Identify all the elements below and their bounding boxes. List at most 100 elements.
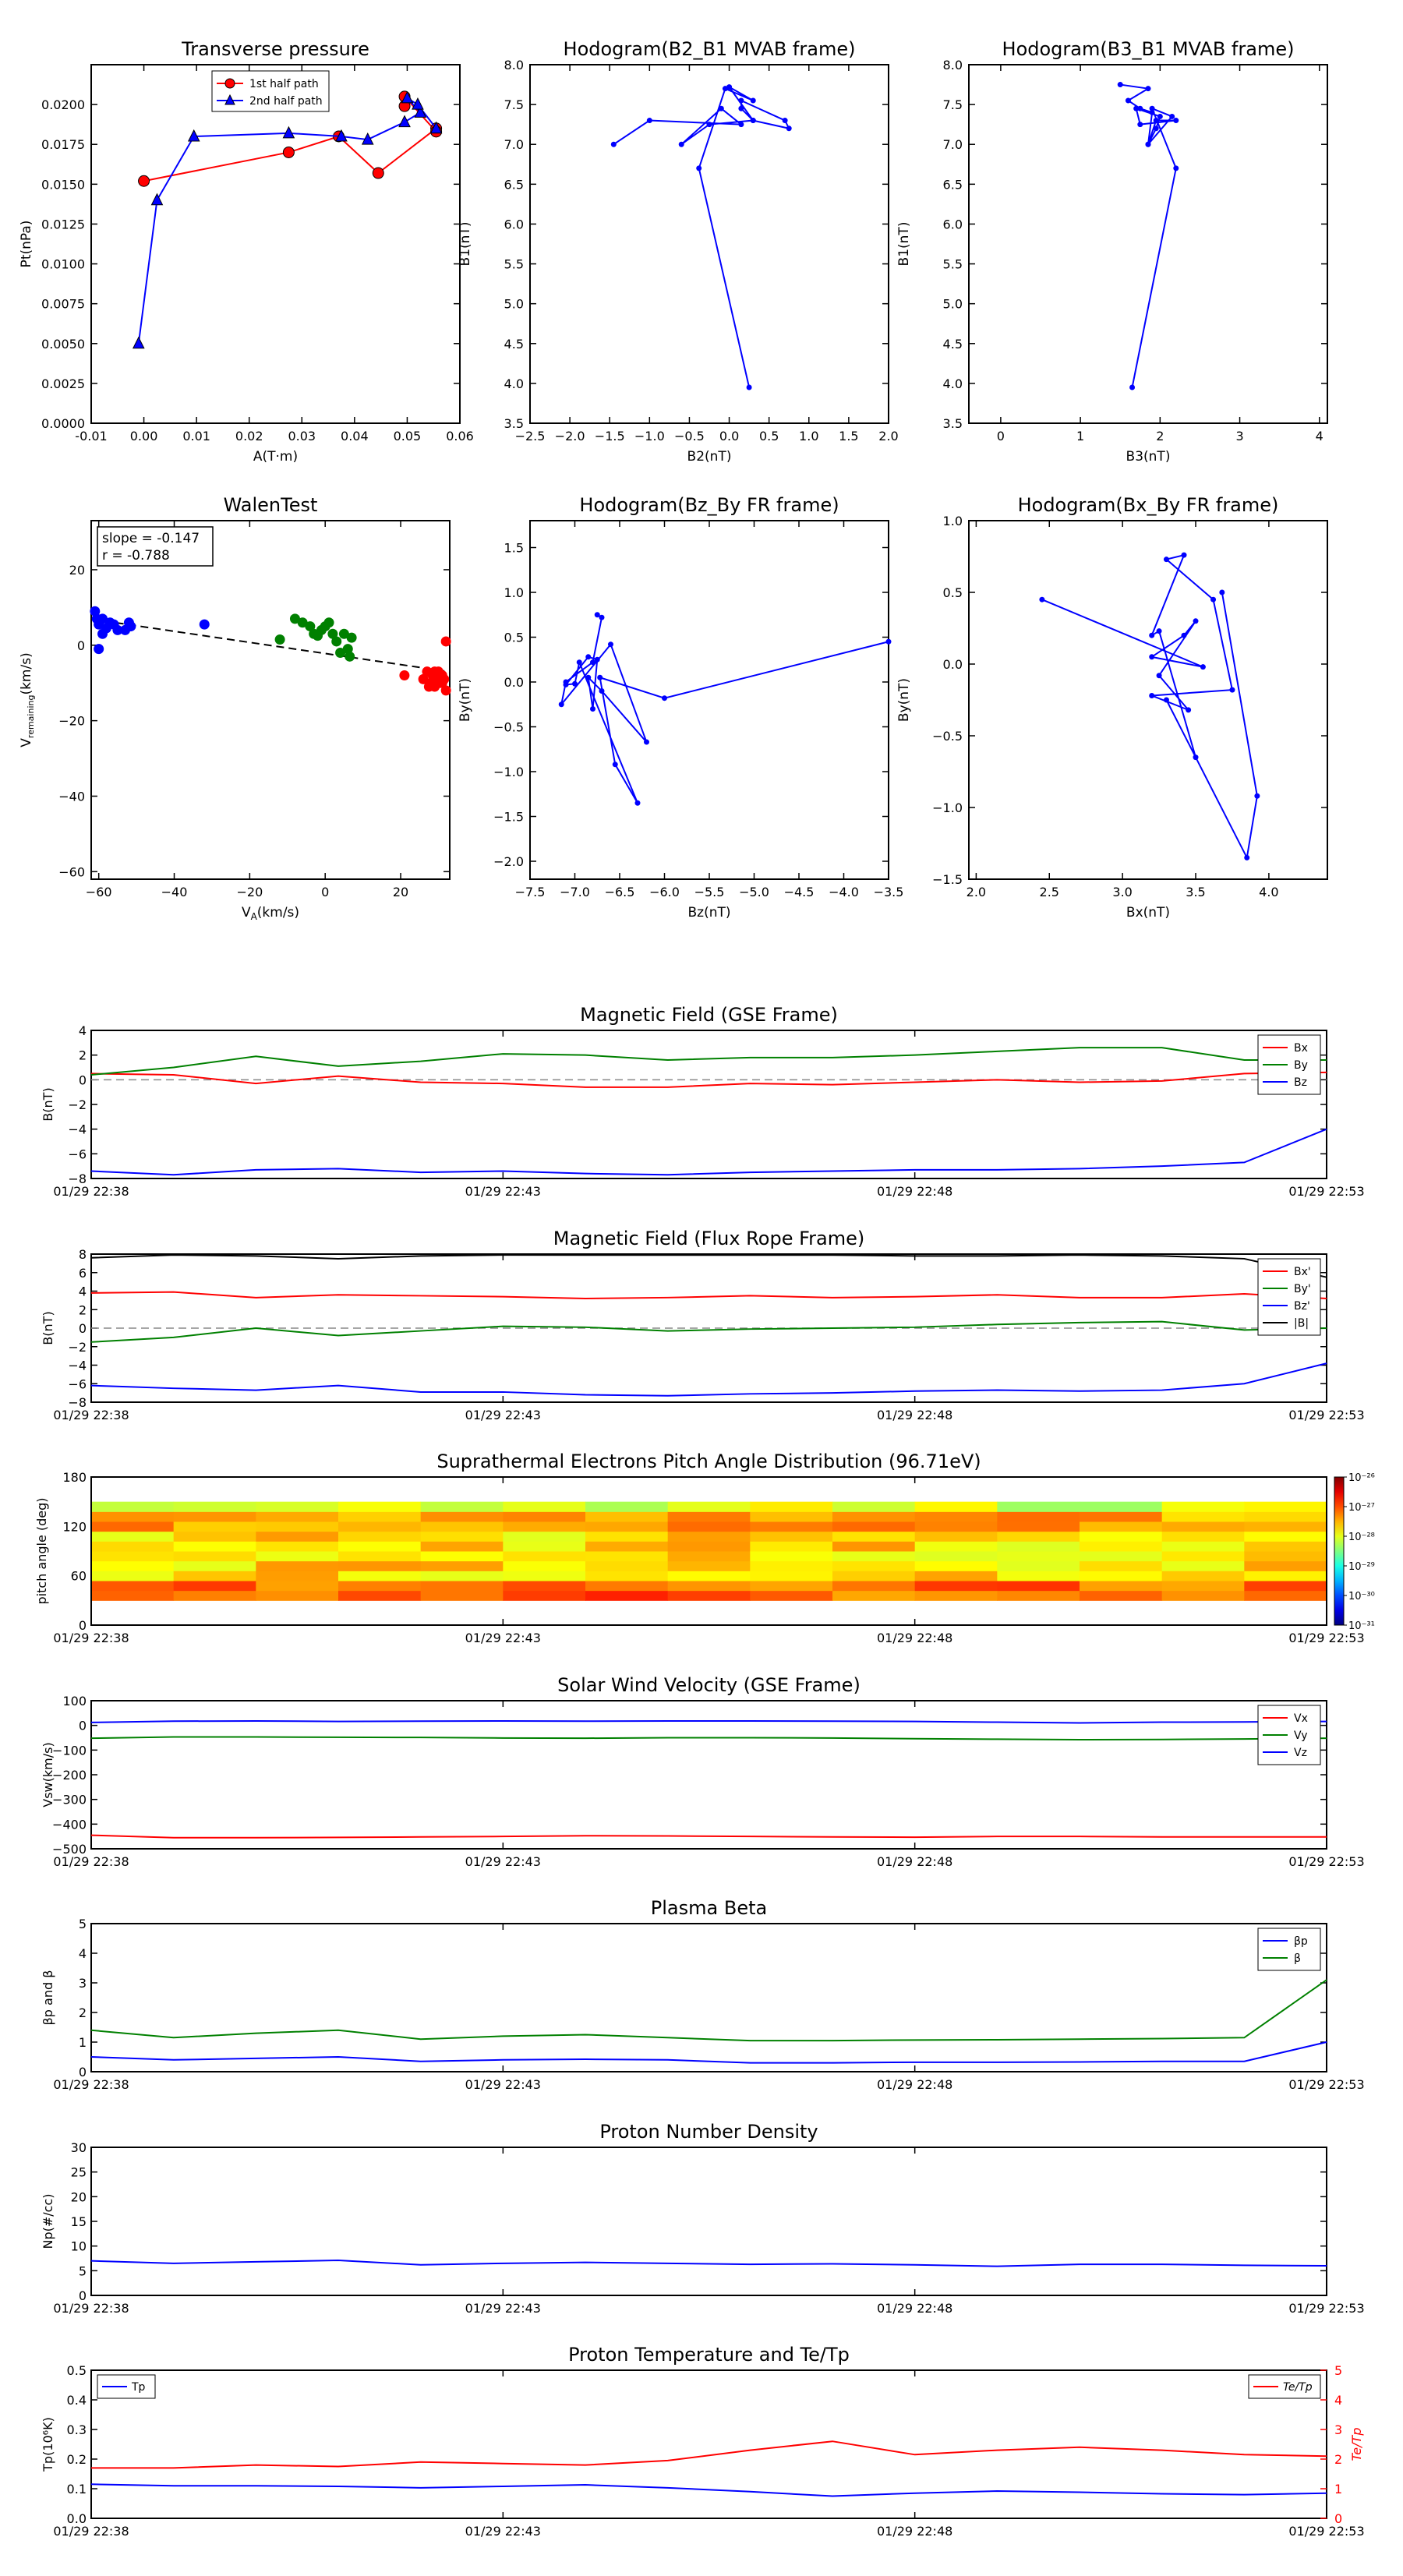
vsw-xtick-label: 01/29 22:43 [465, 1854, 541, 1869]
pad-cell [1080, 1521, 1163, 1532]
vsw-title: Solar Wind Velocity (GSE Frame) [557, 1674, 861, 1696]
pad-cell [338, 1521, 422, 1532]
pad-cell [1161, 1551, 1245, 1562]
pad-cell [338, 1511, 422, 1522]
hodo_zy-point [594, 612, 600, 618]
pad-cell [585, 1590, 669, 1601]
hodo31-path [1120, 83, 1177, 388]
beta-line-β [90, 1979, 1327, 2042]
pt-point-2nd [398, 115, 411, 128]
pt-point-1st [282, 146, 295, 158]
hodo21-ytick-label: 4.0 [504, 376, 524, 391]
hodo21-xtick-label: 0.5 [759, 429, 779, 443]
hodo31-frame [968, 64, 1328, 424]
pad-colorbar-label: 10⁻²⁹ [1348, 1561, 1375, 1573]
hodo21-point [722, 86, 728, 92]
tp-line-right [91, 2440, 1327, 2469]
pad-cell [420, 1571, 504, 1581]
bgse-ytick-label: 2 [79, 1048, 87, 1063]
bgse-ytick-label: 0 [79, 1072, 87, 1087]
pad-cell [997, 1590, 1080, 1601]
pad-cell [667, 1590, 751, 1601]
beta-ytick-label: 5 [79, 1917, 87, 1931]
hodo_xy-point [1219, 589, 1225, 595]
bgse-legend-label: By [1294, 1059, 1308, 1072]
pt-ytick-label: 0.0125 [41, 217, 85, 231]
hodo21-point [678, 141, 684, 147]
vsw-ytick-label: −200 [52, 1768, 87, 1783]
hodo21-point [718, 105, 724, 111]
np-ytick-label: 25 [71, 2165, 87, 2180]
tp-ytick-right-label: 3 [1334, 2422, 1342, 2437]
hodo_xy-frame [968, 520, 1328, 880]
hodo31-ytick-label: 5.5 [943, 257, 963, 272]
pad-cell [338, 1541, 422, 1552]
pt-ytick-label: 0.0075 [41, 297, 85, 312]
walen-point [429, 666, 440, 677]
bfr-line-|B| [90, 1254, 1327, 1278]
beta-ytick-label: 1 [79, 2035, 87, 2050]
hodo21-ytick-label: 8.0 [504, 58, 524, 72]
hodo_xy-point [1210, 596, 1217, 602]
pt-ytick-label: 0.0025 [41, 376, 85, 391]
pad-cell [997, 1501, 1080, 1512]
walen-annotation-line: slope = -0.147 [102, 531, 200, 546]
bfr-ytick-label: −4 [68, 1359, 87, 1373]
hodo21-point [706, 122, 712, 128]
np-title: Proton Number Density [599, 2121, 818, 2143]
bgse-title: Magnetic Field (GSE Frame) [580, 1004, 838, 1026]
pad-xtick-label: 01/29 22:38 [53, 1631, 129, 1645]
pad-cell [420, 1541, 504, 1552]
hodo21-point [738, 97, 744, 104]
bgse-xtick-label: 01/29 22:43 [465, 1184, 541, 1199]
hodo21-point [696, 165, 702, 171]
bgse-ytick-label: −2 [68, 1097, 87, 1112]
hodo31-title: Hodogram(B3_B1 MVAB frame) [1002, 38, 1295, 60]
hodo31-point [1145, 141, 1151, 147]
vsw-ytick-label: −100 [52, 1743, 87, 1758]
hodo31-xtick-label: 1 [1076, 429, 1084, 443]
pad-cell [91, 1590, 175, 1601]
walen-ylabel: Vremaining(km/s) [19, 652, 36, 747]
hodo_zy-point [599, 688, 605, 694]
hodo31-ytick-label: 3.5 [943, 416, 963, 431]
bfr-ytick-label: 8 [79, 1247, 87, 1262]
pad-cell [997, 1511, 1080, 1522]
hodo_xy-ytick-label: −0.5 [932, 729, 963, 744]
hodo31-point [1137, 122, 1143, 128]
hodo_xy-ytick-label: −1.5 [932, 872, 963, 887]
np-ytick-label: 0 [79, 2288, 87, 2303]
pt-ytick-label: 0.0150 [41, 177, 85, 192]
np-ytick-label: 10 [71, 2239, 87, 2254]
pad-cell [420, 1590, 504, 1601]
hodo_zy-xtick-label: −5.5 [694, 885, 725, 899]
pad-cell [1161, 1571, 1245, 1581]
bfr-legend-label: Bz' [1294, 1300, 1310, 1313]
walen-xtick-label: −20 [236, 885, 263, 899]
hodo31-ytick-label: 4.5 [943, 337, 963, 352]
beta-line-βp [90, 2041, 1327, 2064]
pad-cell [338, 1581, 422, 1592]
hodo21-point [782, 118, 788, 124]
pad-cell [914, 1590, 998, 1601]
pad-colorbar [1334, 1476, 1345, 1626]
hodo_zy-title: Hodogram(Bz_By FR frame) [579, 494, 839, 516]
pt-title: Transverse pressure [181, 38, 369, 60]
bfr-legend-box [1257, 1258, 1321, 1336]
beta-ytick-label: 0 [79, 2065, 87, 2080]
hodo31-point [1149, 105, 1155, 111]
pad-colorbar-label: 10⁻²⁷ [1348, 1502, 1375, 1514]
pad-xtick-label: 01/29 22:48 [877, 1631, 952, 1645]
tp-ytick-label: 0.4 [67, 2393, 87, 2408]
hodo_xy-path [1041, 553, 1258, 860]
pt-ytick-label: 0.0050 [41, 337, 85, 352]
hodo31-panel: Hodogram(B3_B1 MVAB frame) 0 1 2 3 4 3.5 4.0 4.5… [896, 38, 1328, 465]
tp-frame [90, 2369, 1327, 2519]
hodo21-point [646, 118, 652, 124]
pad-cell [503, 1590, 586, 1601]
bgse-ylabel: B(nT) [41, 1087, 55, 1121]
pad-cell [1244, 1560, 1327, 1571]
pad-cell [914, 1521, 998, 1532]
beta-xtick-label: 01/29 22:43 [465, 2077, 541, 2092]
hodo21-xtick-label: −0.5 [674, 429, 705, 443]
